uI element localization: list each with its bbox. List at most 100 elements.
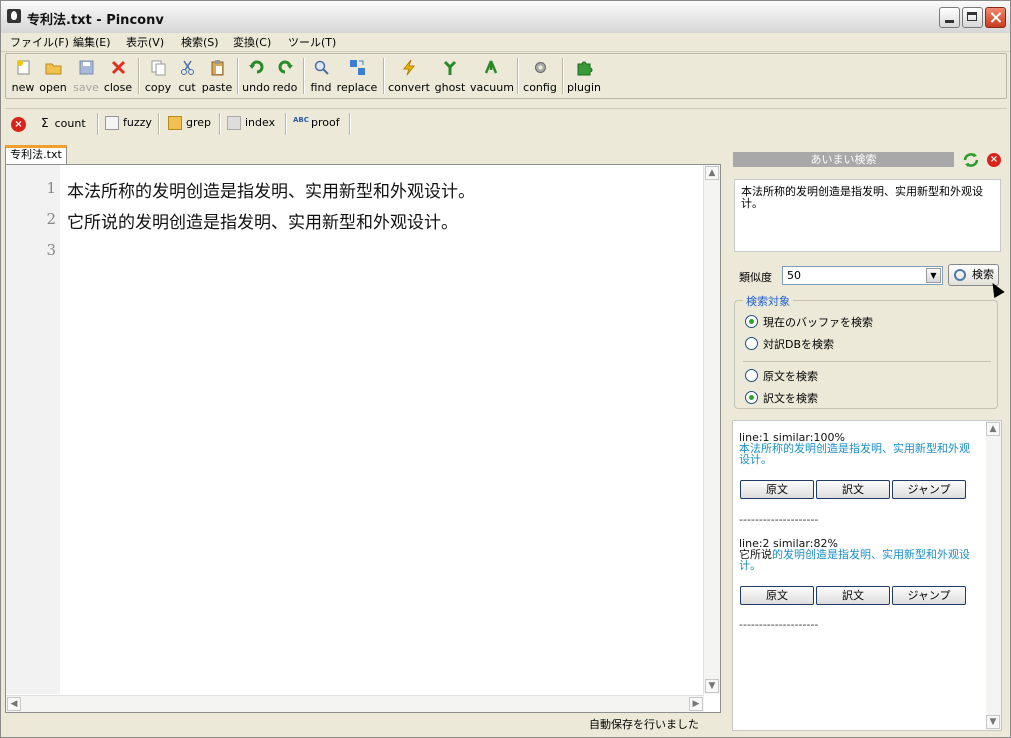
menu-file[interactable]: ファイル(F) <box>10 34 69 50</box>
minimize-button[interactable] <box>939 7 960 28</box>
group-divider <box>743 361 991 362</box>
save-button[interactable]: save <box>72 56 100 96</box>
menu-convert[interactable]: 変換(C) <box>233 34 271 50</box>
paste-button[interactable]: paste <box>200 56 234 96</box>
open-button[interactable]: open <box>38 56 68 96</box>
menu-view[interactable]: 表示(V) <box>126 34 164 50</box>
radio-target-text[interactable]: 訳文を検索 <box>745 390 818 406</box>
similarity-label: 類似度 <box>739 271 772 284</box>
redo-button[interactable]: redo <box>272 56 298 96</box>
jump-button[interactable]: ジャンプ <box>892 586 966 605</box>
source-button[interactable]: 原文 <box>740 586 814 605</box>
scissors-icon <box>180 60 194 75</box>
result-separator: -------------------- <box>739 618 819 631</box>
scroll-down-icon[interactable]: ▼ <box>705 679 719 693</box>
status-text: 自動保存を行いました <box>589 718 699 731</box>
line-number: 3 <box>46 241 56 259</box>
scroll-down-icon[interactable]: ▼ <box>986 715 1000 729</box>
refresh-icon[interactable] <box>962 151 980 169</box>
scroll-up-icon[interactable]: ▲ <box>705 166 719 180</box>
result-item: line:1 similar:100% 本法所称的发明创造是指发明、实用新型和外… <box>739 432 979 465</box>
abc-check-icon: ABC <box>293 116 309 124</box>
redo-arrow-icon <box>278 60 293 74</box>
status-bar: 自動保存を行いました <box>5 713 721 733</box>
ghost-icon <box>443 60 456 75</box>
fuzzy-button[interactable]: fuzzy <box>105 116 152 134</box>
fuzzy-query-input[interactable]: 本法所称的发明创造是指发明、实用新型和外观设计。 <box>734 179 1001 252</box>
editor-vertical-scrollbar[interactable]: ▲ ▼ <box>703 165 720 694</box>
search-icon <box>954 269 966 281</box>
radio-checked-icon <box>745 315 758 328</box>
app-window: 专利法.txt - Pinconv ファイル(F) 編集(E) 表示(V) 検索… <box>0 0 1011 738</box>
source-button[interactable]: 原文 <box>740 480 814 499</box>
radio-current-buffer[interactable]: 現在のバッファを検索 <box>745 314 873 330</box>
menu-bar: ファイル(F) 編集(E) 表示(V) 検索(S) 変換(C) ツール(T) <box>1 33 1010 52</box>
undo-button[interactable]: undo <box>242 56 270 96</box>
cut-button[interactable]: cut <box>176 56 198 96</box>
replace-icon <box>349 60 365 75</box>
radio-source-text[interactable]: 原文を検索 <box>745 368 818 384</box>
radio-translation-db[interactable]: 対訳DBを検索 <box>745 336 834 352</box>
radio-unchecked-icon <box>745 337 758 350</box>
proof-button[interactable]: ABC proof <box>293 116 340 134</box>
tab-document[interactable]: 专利法.txt <box>5 145 67 164</box>
fuzzy-icon <box>105 116 119 130</box>
puzzle-icon <box>577 61 592 76</box>
title-bar[interactable]: 专利法.txt - Pinconv <box>1 1 1010 34</box>
panel-title: あいまい検索 <box>733 152 954 167</box>
index-icon <box>227 116 241 130</box>
chevron-down-icon[interactable]: ▼ <box>926 268 941 283</box>
results-scrollbar[interactable]: ▲ ▼ <box>986 421 1001 730</box>
scroll-up-icon[interactable]: ▲ <box>986 422 1000 436</box>
close-button[interactable]: close <box>103 56 133 96</box>
clipboard-icon <box>211 60 223 76</box>
index-button[interactable]: index <box>227 116 275 134</box>
fuzzy-results-list[interactable]: line:1 similar:100% 本法所称的发明创造是指发明、实用新型和外… <box>732 420 1002 731</box>
translation-button[interactable]: 訳文 <box>816 480 890 499</box>
maximize-button[interactable] <box>962 7 983 28</box>
new-file-icon <box>16 60 29 75</box>
folder-search-icon <box>168 116 182 130</box>
vacuum-icon <box>484 60 497 74</box>
find-button[interactable]: find <box>309 56 333 96</box>
close-panel-icon[interactable]: × <box>987 153 1001 167</box>
sigma-icon: Σ <box>41 116 49 130</box>
line-number: 1 <box>46 179 56 197</box>
fuzzy-search-panel: あいまい検索 × 本法所称的发明创造是指发明、实用新型和外观设计。 類似度 50… <box>729 149 1006 733</box>
stop-x-icon[interactable]: × <box>11 117 26 132</box>
result-separator: -------------------- <box>739 513 819 526</box>
main-toolbar: new open save close copy cut paste undo … <box>5 53 1007 99</box>
translation-button[interactable]: 訳文 <box>816 586 890 605</box>
menu-search[interactable]: 検索(S) <box>181 34 219 50</box>
convert-button[interactable]: convert <box>388 56 430 96</box>
save-disk-icon <box>79 60 93 75</box>
scroll-right-icon[interactable]: ▶ <box>689 697 703 711</box>
editor-horizontal-scrollbar[interactable]: ◀ ▶ <box>6 695 704 712</box>
editor-line[interactable]: 它所说的发明创造是指发明、实用新型和外观设计。 <box>67 208 458 233</box>
editor-line[interactable]: 本法所称的发明创造是指发明、实用新型和外观设计。 <box>67 177 475 202</box>
replace-button[interactable]: replace <box>336 56 378 96</box>
window-title: 专利法.txt - Pinconv <box>27 13 164 28</box>
menu-tools[interactable]: ツール(T) <box>288 34 336 50</box>
app-icon <box>7 9 21 23</box>
similarity-select[interactable]: 50 ▼ <box>782 266 943 285</box>
scroll-left-icon[interactable]: ◀ <box>7 697 21 711</box>
result-text: 本法所称的发明创造是指发明、实用新型和外观设计。 <box>739 442 970 466</box>
close-window-button[interactable] <box>985 7 1006 28</box>
count-button[interactable]: Σcount <box>41 116 86 134</box>
ghost-button[interactable]: ghost <box>434 56 466 96</box>
magnifier-icon <box>314 60 329 75</box>
grep-button[interactable]: grep <box>168 116 211 134</box>
open-folder-icon <box>45 63 61 75</box>
jump-button[interactable]: ジャンプ <box>892 480 966 499</box>
plugin-button[interactable]: plugin <box>567 56 601 96</box>
text-editor[interactable]: 1 2 3 本法所称的发明创造是指发明、实用新型和外观设计。 它所说的发明创造是… <box>5 164 721 713</box>
secondary-toolbar: × Σcount fuzzy grep index ABC proof <box>5 108 1007 138</box>
radio-unchecked-icon <box>745 369 758 382</box>
vacuum-button[interactable]: vacuum <box>470 56 514 96</box>
new-button[interactable]: new <box>10 56 36 96</box>
menu-edit[interactable]: 編集(E) <box>73 34 111 50</box>
close-x-icon <box>111 60 125 75</box>
copy-button[interactable]: copy <box>144 56 172 96</box>
config-button[interactable]: config <box>523 56 557 96</box>
